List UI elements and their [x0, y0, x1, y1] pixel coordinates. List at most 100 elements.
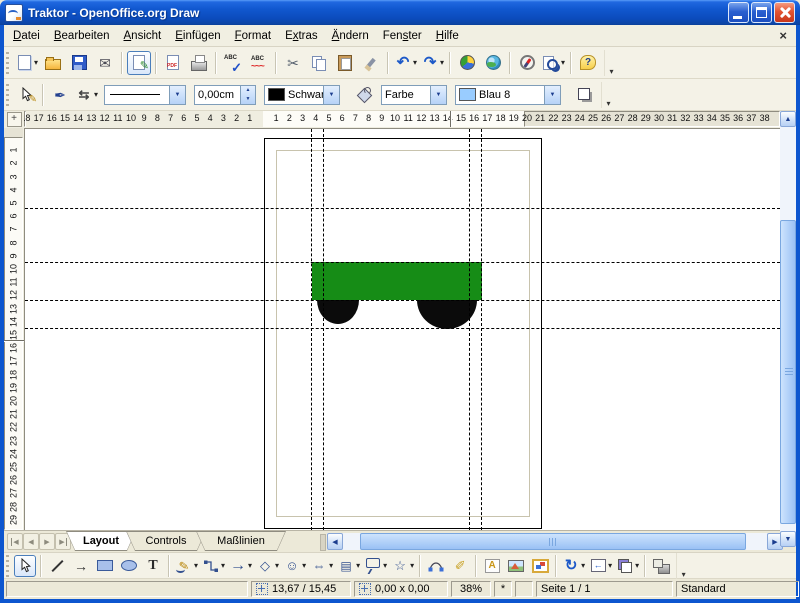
- ruler-origin-crosshair-icon[interactable]: [7, 112, 22, 127]
- fill-style-combobox[interactable]: Farbe: [381, 85, 447, 105]
- connector-button[interactable]: ▾: [201, 555, 226, 577]
- page-area[interactable]: [264, 138, 542, 529]
- drawing-canvas[interactable]: [24, 128, 780, 530]
- zoom-button[interactable]: ▾: [541, 51, 566, 75]
- edit-points-mode-button[interactable]: [14, 83, 38, 107]
- export-pdf-button[interactable]: [161, 51, 185, 75]
- fill-dialog-button[interactable]: [352, 83, 376, 107]
- first-page-button[interactable]: ◀: [7, 533, 23, 550]
- close-button[interactable]: [774, 2, 795, 23]
- block-arrow-button[interactable]: ▾: [228, 555, 253, 577]
- line-style-combobox[interactable]: [104, 85, 186, 105]
- format-paintbrush-button[interactable]: [359, 51, 383, 75]
- star-button[interactable]: ▾: [390, 555, 415, 577]
- document-close-icon[interactable]: ×: [779, 28, 787, 43]
- print-button[interactable]: [187, 51, 211, 75]
- tab-controls[interactable]: Controls: [126, 531, 206, 551]
- spin-buttons[interactable]: ▲▼: [240, 86, 255, 104]
- combo-arrow-icon[interactable]: [430, 86, 446, 104]
- cut-button[interactable]: [281, 51, 305, 75]
- arrow-style-button[interactable]: ▾: [74, 83, 99, 107]
- undo-button[interactable]: ▾: [393, 51, 418, 75]
- arrow-shapes-button[interactable]: ▾: [309, 555, 334, 577]
- text-button[interactable]: [142, 555, 164, 577]
- horizontal-ruler[interactable]: 1817161514131211109876543211234567891011…: [24, 111, 780, 128]
- combo-arrow-icon[interactable]: [169, 86, 185, 104]
- spin-down-icon[interactable]: ▼: [241, 95, 255, 104]
- paste-button[interactable]: [333, 51, 357, 75]
- open-button[interactable]: [41, 51, 65, 75]
- fontwork-button[interactable]: [481, 555, 503, 577]
- select-button[interactable]: [14, 555, 36, 577]
- previous-page-button[interactable]: ◀: [23, 533, 39, 550]
- tractor-body-rect[interactable]: [312, 262, 482, 300]
- copy-button[interactable]: [307, 51, 331, 75]
- menu-hilfe[interactable]: Hilfe: [429, 27, 466, 45]
- menu-andern[interactable]: Ändern: [325, 27, 376, 45]
- chart-button[interactable]: [455, 51, 479, 75]
- line-color-combobox[interactable]: Schwarz: [264, 85, 340, 105]
- toolbar-overflow-button[interactable]: [676, 553, 690, 579]
- flowchart-button[interactable]: ▾: [336, 555, 361, 577]
- redo-button[interactable]: ▾: [420, 51, 445, 75]
- snap-guide-horizontal[interactable]: [25, 328, 780, 329]
- basic-shapes-button[interactable]: ▾: [255, 555, 280, 577]
- scroll-down-button[interactable]: [780, 531, 796, 547]
- menu-ansicht[interactable]: Ansicht: [117, 27, 169, 45]
- new-document-button[interactable]: ▾: [14, 51, 39, 75]
- status-size[interactable]: 0,00 x 0,00: [354, 581, 448, 597]
- arrow-button[interactable]: [70, 555, 92, 577]
- snap-guide-horizontal[interactable]: [25, 300, 780, 301]
- status-modified[interactable]: *: [494, 581, 512, 597]
- minimize-button[interactable]: [728, 2, 749, 23]
- fill-color-combobox[interactable]: Blau 8: [455, 85, 561, 105]
- snap-guide-horizontal[interactable]: [25, 208, 780, 209]
- line-width-spinner[interactable]: 0,00cm ▲▼: [194, 85, 256, 105]
- scroll-left-button[interactable]: [327, 533, 343, 550]
- gallery-button[interactable]: [529, 555, 551, 577]
- from-file-button[interactable]: [505, 555, 527, 577]
- arrange-button[interactable]: ▾: [615, 555, 640, 577]
- navigator-button[interactable]: [515, 51, 539, 75]
- glue-points-button[interactable]: [449, 555, 471, 577]
- toolbar-overflow-button[interactable]: [601, 82, 615, 108]
- combo-arrow-icon[interactable]: [323, 86, 339, 104]
- menu-datei[interactable]: Datei: [6, 27, 47, 45]
- symbol-shapes-button[interactable]: ▾: [282, 555, 307, 577]
- vertical-scroll-thumb[interactable]: [780, 220, 796, 524]
- ellipse-button[interactable]: [118, 555, 140, 577]
- menu-einfugen[interactable]: Einfügen: [168, 27, 227, 45]
- shadow-button[interactable]: [573, 83, 597, 107]
- scroll-up-button[interactable]: [780, 111, 796, 127]
- vertical-ruler[interactable]: 1234567891011121314151617181920212223242…: [4, 128, 24, 530]
- line-button[interactable]: [46, 555, 68, 577]
- help-button[interactable]: [576, 51, 600, 75]
- next-page-button[interactable]: ▶: [39, 533, 55, 550]
- rotate-button[interactable]: ▾: [561, 555, 586, 577]
- menu-extras[interactable]: Extras: [278, 27, 325, 45]
- tab-scroll-splitter[interactable]: [320, 534, 326, 551]
- snap-guide-vertical[interactable]: [323, 129, 324, 530]
- tab-masslinien[interactable]: Maßlinien: [196, 531, 286, 551]
- spin-up-icon[interactable]: ▲: [241, 86, 255, 95]
- line-dialog-button[interactable]: [48, 83, 72, 107]
- status-zoom[interactable]: 38%: [451, 581, 491, 597]
- edit-file-button[interactable]: [127, 51, 151, 75]
- menu-fenster[interactable]: Fenster: [376, 27, 429, 45]
- combo-arrow-icon[interactable]: [544, 86, 560, 104]
- status-page[interactable]: Seite 1 / 1: [536, 581, 673, 597]
- vertical-scrollbar[interactable]: [780, 111, 796, 547]
- hyperlink-button[interactable]: [481, 51, 505, 75]
- save-button[interactable]: [67, 51, 91, 75]
- horizontal-scroll-thumb[interactable]: [360, 533, 746, 550]
- interaction-button[interactable]: [650, 555, 672, 577]
- send-email-button[interactable]: [93, 51, 117, 75]
- edit-points-button[interactable]: [425, 555, 447, 577]
- align-button[interactable]: ▾: [588, 555, 613, 577]
- toolbar-overflow-button[interactable]: [604, 50, 618, 76]
- toolbar-drag-handle[interactable]: [6, 555, 9, 577]
- status-position[interactable]: 13,67 / 15,45: [251, 581, 351, 597]
- spellcheck-button[interactable]: [221, 51, 245, 75]
- snap-guide-vertical[interactable]: [469, 129, 470, 530]
- callout-button[interactable]: ▾: [363, 555, 388, 577]
